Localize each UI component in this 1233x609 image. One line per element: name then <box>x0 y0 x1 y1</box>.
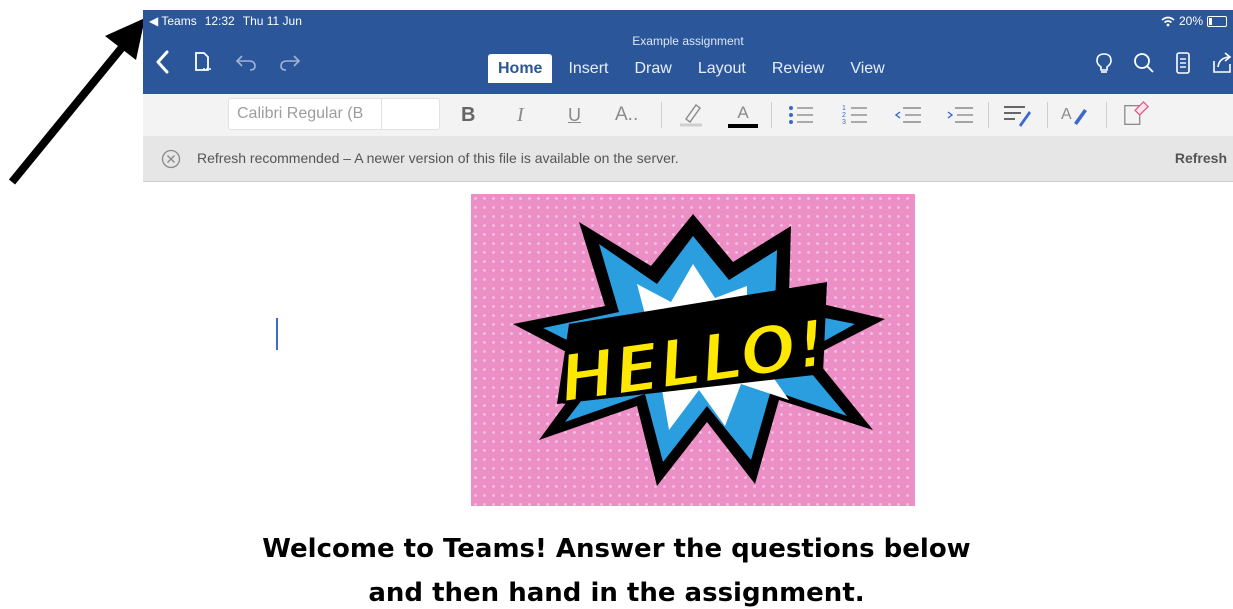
svg-text:3: 3 <box>842 119 846 126</box>
redo-icon[interactable] <box>279 53 301 71</box>
status-bar-right: 20% <box>1161 14 1227 28</box>
back-to-app-link[interactable]: ◀ Teams <box>149 14 197 28</box>
indent-icon[interactable] <box>945 101 975 129</box>
highlighter-icon[interactable] <box>676 101 706 129</box>
ribbon-divider <box>661 102 662 128</box>
font-color-letter: A <box>737 102 749 122</box>
word-app-window: ◀ Teams 12:32 Thu 11 Jun 20% Example ass… <box>143 10 1233 182</box>
font-color-button[interactable]: A <box>728 101 758 129</box>
font-size-divider <box>381 99 382 129</box>
nav-icons <box>155 50 301 74</box>
pen-icon <box>1073 109 1087 125</box>
text-effects-letter: A <box>1061 106 1072 123</box>
status-date: Thu 11 Jun <box>242 14 302 28</box>
tab-layout[interactable]: Layout <box>688 54 756 83</box>
tab-review[interactable]: Review <box>762 54 834 83</box>
back-chevron-icon[interactable] <box>155 50 171 74</box>
tab-insert[interactable]: Insert <box>558 54 618 83</box>
title-bar: ◀ Teams 12:32 Thu 11 Jun 20% Example ass… <box>143 10 1233 94</box>
italic-button[interactable]: I <box>517 101 524 129</box>
font-color-swatch <box>728 123 758 128</box>
underline-button[interactable]: U <box>568 101 581 129</box>
wifi-icon <box>1161 16 1175 26</box>
more-font-options-button[interactable]: A.. <box>615 101 638 129</box>
tab-view[interactable]: View <box>840 54 894 83</box>
lightbulb-icon[interactable] <box>1095 52 1113 74</box>
title-bar-actions <box>1095 52 1233 74</box>
heading-line-2: and then hand in the assignment. <box>368 578 865 608</box>
clear-format-icon[interactable] <box>1121 101 1151 129</box>
file-icon[interactable] <box>193 51 213 73</box>
numbering-icon[interactable]: 1 2 3 <box>841 101 869 129</box>
home-ribbon: Calibri Regular (B B I U A.. A 1 2 3 A <box>143 94 1233 137</box>
battery-icon <box>1207 15 1227 27</box>
bullets-icon[interactable] <box>787 101 815 129</box>
share-icon[interactable] <box>1211 52 1233 74</box>
ribbon-tabs: Home Insert Draw Layout Review View <box>488 54 901 83</box>
svg-text:2: 2 <box>842 112 846 119</box>
text-effects-button[interactable]: A <box>1061 101 1088 129</box>
outdent-icon[interactable] <box>893 101 923 129</box>
font-name-selector[interactable]: Calibri Regular (B <box>228 98 440 130</box>
bold-button[interactable]: B <box>461 101 475 129</box>
close-circle-icon[interactable] <box>161 149 181 169</box>
ribbon-divider <box>1106 102 1107 128</box>
status-bar-left: ◀ Teams 12:32 Thu 11 Jun <box>149 14 302 28</box>
search-icon[interactable] <box>1133 52 1155 74</box>
svg-text:1: 1 <box>842 105 846 112</box>
undo-icon[interactable] <box>235 53 257 71</box>
font-name-value: Calibri Regular (B <box>237 105 364 122</box>
refresh-notification: Refresh recommended – A newer version of… <box>143 136 1233 182</box>
ribbon-divider <box>771 102 772 128</box>
tablet-view-icon[interactable] <box>1175 52 1191 74</box>
heading-line-1: Welcome to Teams! Answer the questions b… <box>262 534 971 564</box>
document-title: Example assignment <box>632 34 744 48</box>
refresh-button[interactable]: Refresh <box>1175 150 1227 166</box>
text-cursor <box>276 318 278 350</box>
tab-home[interactable]: Home <box>488 54 553 83</box>
ribbon-divider <box>1047 102 1048 128</box>
notification-message: Refresh recommended – A newer version of… <box>197 150 679 166</box>
status-time: 12:32 <box>204 14 235 28</box>
ribbon-divider <box>988 102 989 128</box>
tab-draw[interactable]: Draw <box>624 54 681 83</box>
battery-percent: 20% <box>1178 14 1203 28</box>
styles-icon[interactable] <box>1001 101 1033 129</box>
hello-image: HELLO! <box>471 194 915 506</box>
